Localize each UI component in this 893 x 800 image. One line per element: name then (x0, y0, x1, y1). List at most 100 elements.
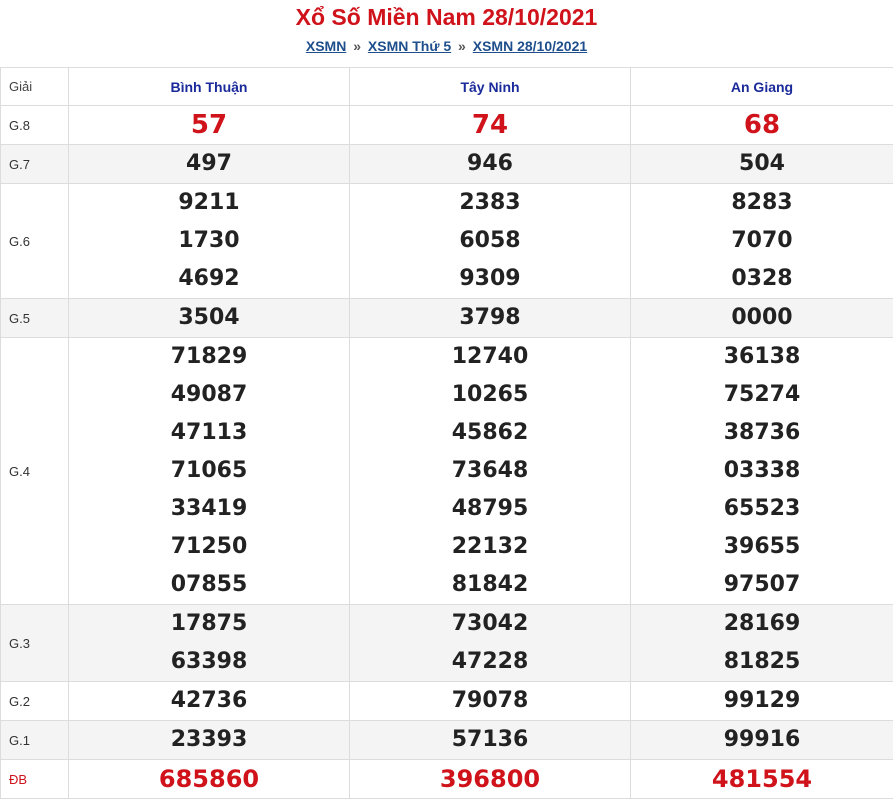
prize-number: 2383 (459, 190, 521, 215)
result-cell: 3798 (349, 298, 631, 338)
special-prize-number: 685860 (158, 765, 260, 793)
results-table: Giải Bình Thuận Tây Ninh An Giang G.8 57 7… (0, 67, 893, 799)
prize-number: 9211 (178, 190, 240, 215)
prize-number: 48795 (451, 496, 529, 521)
page-title: Xổ Số Miền Nam 28/10/2021 (295, 4, 598, 30)
special-prize-number: 481554 (711, 765, 813, 793)
prize-number: 38736 (723, 420, 801, 445)
prize-label: G.3 (0, 604, 69, 682)
prize-number: 504 (739, 151, 785, 176)
prize-number: 81825 (723, 649, 801, 674)
prize-number: 71250 (170, 534, 248, 559)
prize-number: 73648 (451, 458, 529, 483)
result-cell: 57136 (349, 720, 631, 760)
prize-label: G.4 (0, 337, 69, 605)
province-header-tay-ninh[interactable]: Tây Ninh (349, 67, 631, 106)
prize-label: G.8 (0, 105, 69, 145)
result-cell: 57 (68, 105, 350, 145)
prize-label: ĐB (0, 759, 69, 799)
result-cell: 74 (349, 105, 631, 145)
prize-label: G.5 (0, 298, 69, 338)
special-prize-number: 396800 (439, 765, 541, 793)
result-cell: 9211 1730 4692 (68, 183, 350, 299)
result-cell: 23393 (68, 720, 350, 760)
prize-number: 99916 (723, 727, 801, 752)
prize-number: 10265 (451, 382, 529, 407)
prize-number: 97507 (723, 572, 801, 597)
breadcrumb-link-xsmn[interactable]: XSMN (306, 38, 346, 54)
prize-number: 42736 (170, 688, 248, 713)
prize-row: G.1 23393 57136 99916 (0, 720, 893, 760)
result-cell: 3504 (68, 298, 350, 338)
result-cell: 17875 63398 (68, 604, 350, 682)
prize-number: 03338 (723, 458, 801, 483)
result-cell: 99129 (630, 681, 893, 721)
province-header-an-giang[interactable]: An Giang (630, 67, 893, 106)
prize-number: 3798 (459, 305, 521, 330)
prize-number: 1730 (178, 228, 240, 253)
result-cell: 28169 81825 (630, 604, 893, 682)
prize-number: 73042 (451, 611, 529, 636)
breadcrumb-link-xsmn-date[interactable]: XSMN 28/10/2021 (473, 38, 587, 54)
prize-number: 71829 (170, 344, 248, 369)
result-cell: 42736 (68, 681, 350, 721)
prize-row: G.5 3504 3798 0000 (0, 298, 893, 338)
prize-row: G.2 42736 79078 99129 (0, 681, 893, 721)
prize-number: 22132 (451, 534, 529, 559)
province-header-binh-thuan[interactable]: Bình Thuận (68, 67, 350, 106)
result-cell: 396800 (349, 759, 631, 799)
result-cell: 946 (349, 144, 631, 184)
result-cell: 2383 6058 9309 (349, 183, 631, 299)
prize-number: 07855 (170, 572, 248, 597)
prize-number: 47113 (170, 420, 248, 445)
giai-column-header: Giải (0, 67, 69, 106)
prize-number: 4692 (178, 266, 240, 291)
prize-number: 71065 (170, 458, 248, 483)
result-cell: 0000 (630, 298, 893, 338)
prize-row: G.3 17875 63398 73042 47228 28169 81825 (0, 604, 893, 682)
prize-number: 81842 (451, 572, 529, 597)
prize-number: 74 (471, 110, 509, 140)
prize-number: 45862 (451, 420, 529, 445)
result-cell: 99916 (630, 720, 893, 760)
result-cell: 497 (68, 144, 350, 184)
prize-number: 6058 (459, 228, 521, 253)
prize-number: 49087 (170, 382, 248, 407)
prize-number: 68 (743, 110, 781, 140)
prize-number: 47228 (451, 649, 529, 674)
prize-row: G.6 9211 1730 4692 2383 6058 9309 8283 7070 0328 (0, 183, 893, 299)
result-cell: 12740 10265 45862 73648 48795 22132 81842 (349, 337, 631, 605)
breadcrumb-separator: » (458, 38, 466, 54)
prize-number: 36138 (723, 344, 801, 369)
prize-number: 17875 (170, 611, 248, 636)
prize-number: 7070 (731, 228, 793, 253)
prize-row: G.8 57 74 68 (0, 105, 893, 145)
prize-number: 8283 (731, 190, 793, 215)
prize-label: G.2 (0, 681, 69, 721)
prize-label: G.6 (0, 183, 69, 299)
prize-number: 23393 (170, 727, 248, 752)
prize-number: 9309 (459, 266, 521, 291)
breadcrumb-separator: » (353, 38, 361, 54)
result-cell: 36138 75274 38736 03338 65523 39655 97507 (630, 337, 893, 605)
breadcrumb-link-xsmn-thu5[interactable]: XSMN Thứ 5 (368, 38, 451, 54)
prize-number: 0000 (731, 305, 793, 330)
prize-number: 65523 (723, 496, 801, 521)
prize-number: 57 (190, 110, 228, 140)
prize-number: 33419 (170, 496, 248, 521)
prize-number: 79078 (451, 688, 529, 713)
breadcrumb: XSMN » XSMN Thứ 5 » XSMN 28/10/2021 (0, 37, 893, 55)
result-cell: 8283 7070 0328 (630, 183, 893, 299)
prize-row: G.7 497 946 504 (0, 144, 893, 184)
result-cell: 68 (630, 105, 893, 145)
prize-number: 63398 (170, 649, 248, 674)
result-cell: 71829 49087 47113 71065 33419 71250 07855 (68, 337, 350, 605)
prize-number: 0328 (731, 266, 793, 291)
result-cell: 504 (630, 144, 893, 184)
prize-row: ĐB 685860 396800 481554 (0, 759, 893, 799)
prize-number: 12740 (451, 344, 529, 369)
prize-number: 57136 (451, 727, 529, 752)
prize-number: 99129 (723, 688, 801, 713)
result-cell: 481554 (630, 759, 893, 799)
prize-number: 28169 (723, 611, 801, 636)
